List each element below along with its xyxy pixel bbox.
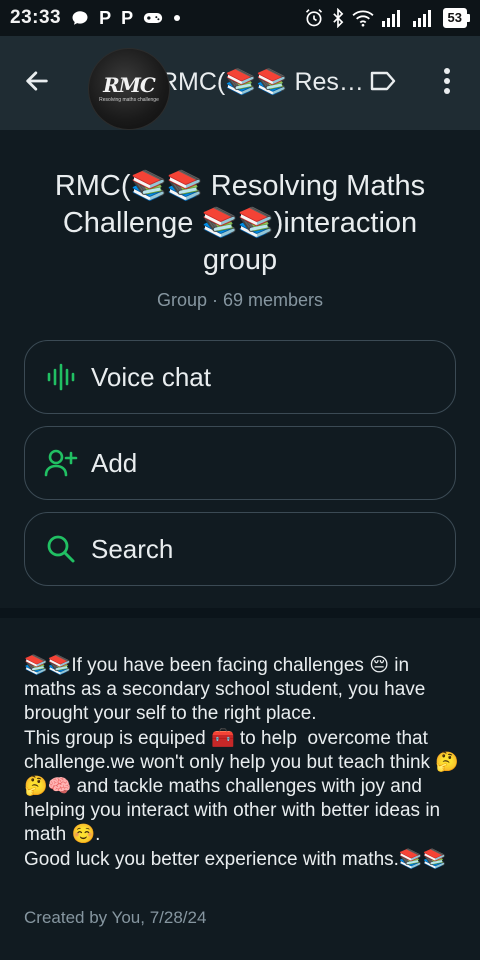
alarm-icon — [304, 8, 324, 28]
app-bar-title[interactable]: RMC(📚📚 Resolving Maths Challenge 📚📚)inte… — [160, 68, 366, 97]
voice-chat-label: Voice chat — [91, 361, 211, 392]
group-name[interactable]: RMC(📚📚 Resolving Maths Challenge 📚📚)inte… — [30, 168, 450, 279]
p-app-icon: P — [121, 7, 134, 28]
group-description[interactable]: 📚📚If you have been facing challenges 😔 i… — [24, 654, 460, 872]
back-button[interactable] — [20, 64, 54, 98]
app-bar: RMC(📚📚 Resolving Maths Challenge 📚📚)inte… — [0, 36, 480, 130]
more-vert-icon — [444, 68, 450, 94]
avatar-subtext: Resolving maths challenge — [99, 97, 159, 103]
search-icon — [43, 531, 79, 567]
dot-icon — [173, 14, 181, 22]
signal-icon — [412, 9, 436, 27]
status-right: 53 — [304, 8, 470, 28]
created-by-text: Created by You, 7/28/24 — [24, 908, 207, 927]
search-button[interactable]: Search — [24, 512, 456, 586]
voice-chat-button[interactable]: Voice chat — [24, 340, 456, 414]
search-label: Search — [91, 533, 174, 564]
group-meta[interactable]: Group · 69 members — [0, 290, 480, 311]
label-tag-icon — [370, 71, 396, 91]
game-controller-icon — [143, 11, 163, 25]
bluetooth-icon — [331, 8, 345, 28]
p-app-icon: P — [99, 7, 112, 28]
signal-icon — [381, 9, 405, 27]
arrow-left-icon — [26, 71, 48, 91]
add-label: Add — [91, 447, 138, 478]
group-avatar[interactable]: RMC Resolving maths challenge — [88, 48, 170, 130]
status-left: 23:33 P P — [10, 7, 181, 29]
chat-bubble-icon — [71, 9, 89, 27]
battery-level: 53 — [442, 8, 467, 28]
wifi-icon — [352, 9, 374, 27]
more-options-button[interactable] — [430, 62, 464, 100]
group-description-section: 📚📚If you have been facing challenges 😔 i… — [0, 618, 480, 960]
voice-wave-icon — [43, 359, 79, 395]
add-person-icon — [43, 445, 79, 481]
avatar-logo: RMC — [103, 73, 156, 97]
status-time: 23:33 — [10, 7, 62, 28]
label-button[interactable] — [366, 66, 400, 96]
status-bar: 23:33 P P 53 — [0, 0, 480, 36]
battery-icon: 53 — [442, 8, 470, 28]
add-member-button[interactable]: Add — [24, 426, 456, 500]
group-info-section: RMC(📚📚 Resolving Maths Challenge 📚📚)inte… — [0, 130, 480, 608]
